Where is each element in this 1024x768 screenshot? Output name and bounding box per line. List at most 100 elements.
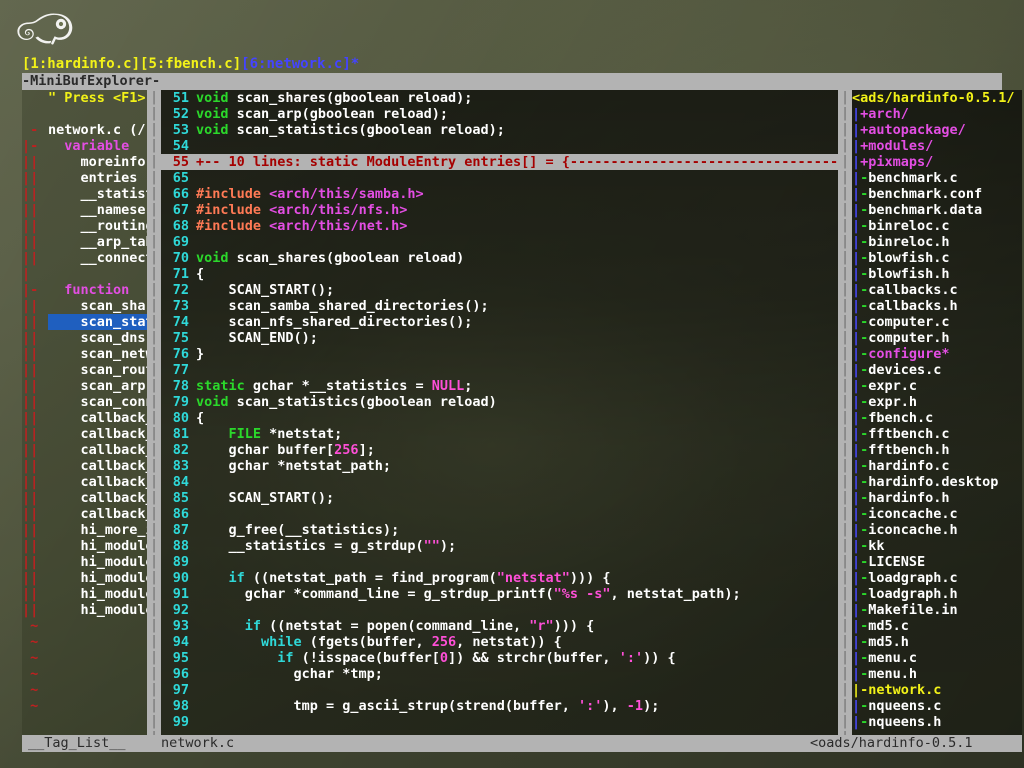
file-tree-file[interactable]: |-fbench.c xyxy=(852,410,1022,426)
code-line[interactable]: 81 FILE *netstat; xyxy=(161,426,838,442)
file-tree-file[interactable]: |-callbacks.h xyxy=(852,298,1022,314)
file-tree-file[interactable]: |-loadgraph.h xyxy=(852,586,1022,602)
code-line[interactable]: 79 void scan_statistics(gboolean reload) xyxy=(161,394,838,410)
code-line[interactable]: 87 g_free(__statistics); xyxy=(161,522,838,538)
file-tree-file[interactable]: |-computer.c xyxy=(852,314,1022,330)
taglist-row[interactable]: || entries xyxy=(22,170,147,186)
code-line[interactable]: 99 xyxy=(161,714,838,730)
code-line[interactable]: 93 if ((netstat = popen(command_line, "r… xyxy=(161,618,838,634)
code-line[interactable]: 78 static gchar *__statistics = NULL; xyxy=(161,378,838,394)
code-line[interactable]: 96 gchar *tmp; xyxy=(161,666,838,682)
taglist-row[interactable]: || callback_arp xyxy=(22,410,147,426)
code-editor-pane[interactable]: 51 void scan_shares(gboolean reload); 52 vo… xyxy=(161,90,838,735)
code-line[interactable]: 95 if (!isspace(buffer[0]) && strchr(buf… xyxy=(161,650,838,666)
taglist-row[interactable]: || scan_shares xyxy=(22,298,147,314)
code-line[interactable]: 71 { xyxy=(161,266,838,282)
code-line[interactable]: 70 void scan_shares(gboolean reload) xyxy=(161,250,838,266)
file-tree-directory[interactable]: |+modules/ xyxy=(852,138,1022,154)
tab-network-c[interactable]: [6:network.c]* xyxy=(241,56,359,72)
taglist-row[interactable]: |- function xyxy=(22,282,147,298)
code-line[interactable]: 53 void scan_statistics(gboolean reload); xyxy=(161,122,838,138)
file-tree-pane[interactable]: <ads/hardinfo-0.5.1/|+arch/|+autopackage… xyxy=(852,90,1022,735)
taglist-row[interactable]: || callback_stat xyxy=(22,506,147,522)
taglist-row[interactable]: | xyxy=(22,266,147,282)
file-tree-file[interactable]: |-benchmark.data xyxy=(852,202,1022,218)
taglist-row[interactable]: || __arp_table xyxy=(22,234,147,250)
code-line[interactable]: 75 SCAN_END(); xyxy=(161,330,838,346)
taglist-row[interactable]: ~ xyxy=(22,698,147,714)
taglist-row[interactable]: ~ xyxy=(22,666,147,682)
code-line[interactable]: 88 __statistics = g_strdup(""); xyxy=(161,538,838,554)
file-tree-file[interactable]: |-menu.h xyxy=(852,666,1022,682)
file-tree-file[interactable]: |-hardinfo.c xyxy=(852,458,1022,474)
taglist-row[interactable]: || callback_rout xyxy=(22,490,147,506)
code-line[interactable]: 94 while (fgets(buffer, 256, netstat)) { xyxy=(161,634,838,650)
taglist-row[interactable]: || __statistics xyxy=(22,186,147,202)
file-tree-file[interactable]: |-fftbench.c xyxy=(852,426,1022,442)
file-tree-file[interactable]: |-iconcache.h xyxy=(852,522,1022,538)
file-tree-file[interactable]: |-binreloc.c xyxy=(852,218,1022,234)
file-tree-directory[interactable]: |+pixmaps/ xyxy=(852,154,1022,170)
file-tree-file[interactable]: |-devices.c xyxy=(852,362,1022,378)
file-tree-file[interactable]: |-LICENSE xyxy=(852,554,1022,570)
file-tree-file[interactable]: |-loadgraph.c xyxy=(852,570,1022,586)
file-tree-file[interactable]: |-fftbench.h xyxy=(852,442,1022,458)
code-line[interactable]: 86 xyxy=(161,506,838,522)
taglist-row[interactable]: || hi_more_info xyxy=(22,522,147,538)
taglist-row[interactable]: || hi_module_ini xyxy=(22,586,147,602)
code-line[interactable]: 80 { xyxy=(161,410,838,426)
taglist-row[interactable]: || callback_dns xyxy=(22,442,147,458)
taglist-row[interactable]: || moreinfo xyxy=(22,154,147,170)
code-line[interactable]: 54 xyxy=(161,138,838,154)
code-line[interactable]: 51 void scan_shares(gboolean reload); xyxy=(161,90,838,106)
code-line[interactable]: 97 xyxy=(161,682,838,698)
taglist-row[interactable]: || __connections xyxy=(22,250,147,266)
file-tree-file[interactable]: |-hardinfo.h xyxy=(852,490,1022,506)
taglist-row[interactable]: || hi_module_get xyxy=(22,554,147,570)
code-line[interactable]: 72 SCAN_START(); xyxy=(161,282,838,298)
taglist-row[interactable]: -network.c (/root/ xyxy=(22,122,147,138)
code-line[interactable]: 83 gchar *netstat_path; xyxy=(161,458,838,474)
file-tree-file[interactable]: |-callbacks.c xyxy=(852,282,1022,298)
code-line[interactable]: 85 SCAN_START(); xyxy=(161,490,838,506)
tab-hardinfo-c[interactable]: [1:hardinfo.c] xyxy=(22,56,140,72)
file-tree-file[interactable]: |-computer.h xyxy=(852,330,1022,346)
taglist-row[interactable]: |- variable xyxy=(22,138,147,154)
file-tree-file[interactable]: |-iconcache.c xyxy=(852,506,1022,522)
file-tree-directory[interactable]: |+autopackage/ xyxy=(852,122,1022,138)
vim-tabline[interactable]: [1:hardinfo.c][5:fbench.c][6:network.c]* xyxy=(0,55,1024,73)
file-tree-file[interactable]: |-menu.c xyxy=(852,650,1022,666)
code-fold-line[interactable]: 55 +-- 10 lines: static ModuleEntry entri… xyxy=(161,154,838,170)
code-line[interactable]: 68 #include <arch/this/net.h> xyxy=(161,218,838,234)
taglist-row[interactable]: || hi_module_get xyxy=(22,538,147,554)
file-tree-file[interactable]: |-benchmark.conf xyxy=(852,186,1022,202)
code-line[interactable]: 74 scan_nfs_shared_directories(); xyxy=(161,314,838,330)
taglist-row[interactable]: || callback_netw xyxy=(22,474,147,490)
file-tree-file[interactable]: |-nqueens.c xyxy=(852,698,1022,714)
taglist-row[interactable]: || scan_network xyxy=(22,346,147,362)
code-line[interactable]: 77 xyxy=(161,362,838,378)
tab-fbench-c[interactable]: [5:fbench.c] xyxy=(140,56,241,72)
taglist-row[interactable]: ~ xyxy=(22,634,147,650)
file-tree-file[interactable]: |-expr.h xyxy=(852,394,1022,410)
code-line[interactable]: 92 xyxy=(161,602,838,618)
code-line[interactable]: 82 gchar buffer[256]; xyxy=(161,442,838,458)
taglist-item-selected[interactable]: || scan_statisti xyxy=(22,314,147,330)
file-tree-root[interactable]: <ads/hardinfo-0.5.1/ xyxy=(852,90,1022,106)
taglist-pane[interactable]: " Press <F1> to d -network.c (/root/|- v… xyxy=(22,90,147,735)
file-tree-file[interactable]: |-configure* xyxy=(852,346,1022,362)
taglist-row[interactable]: || callback_conn xyxy=(22,458,147,474)
file-tree-file[interactable]: |-md5.c xyxy=(852,618,1022,634)
taglist-row[interactable]: ~ xyxy=(22,682,147,698)
taglist-row[interactable]: || scan_dns xyxy=(22,330,147,346)
file-tree-file[interactable]: |-expr.c xyxy=(852,378,1022,394)
code-line[interactable]: 69 xyxy=(161,234,838,250)
taglist-row[interactable]: || hi_module_get xyxy=(22,570,147,586)
code-line[interactable]: 73 scan_samba_shared_directories(); xyxy=(161,298,838,314)
file-tree-directory[interactable]: |+arch/ xyxy=(852,106,1022,122)
file-tree-file[interactable]: |-Makefile.in xyxy=(852,602,1022,618)
taglist-row[interactable] xyxy=(22,106,147,122)
taglist-row[interactable]: || hi_module_get xyxy=(22,602,147,618)
taglist-row[interactable]: || scan_connecti xyxy=(22,394,147,410)
file-tree-file[interactable]: |-benchmark.c xyxy=(852,170,1022,186)
